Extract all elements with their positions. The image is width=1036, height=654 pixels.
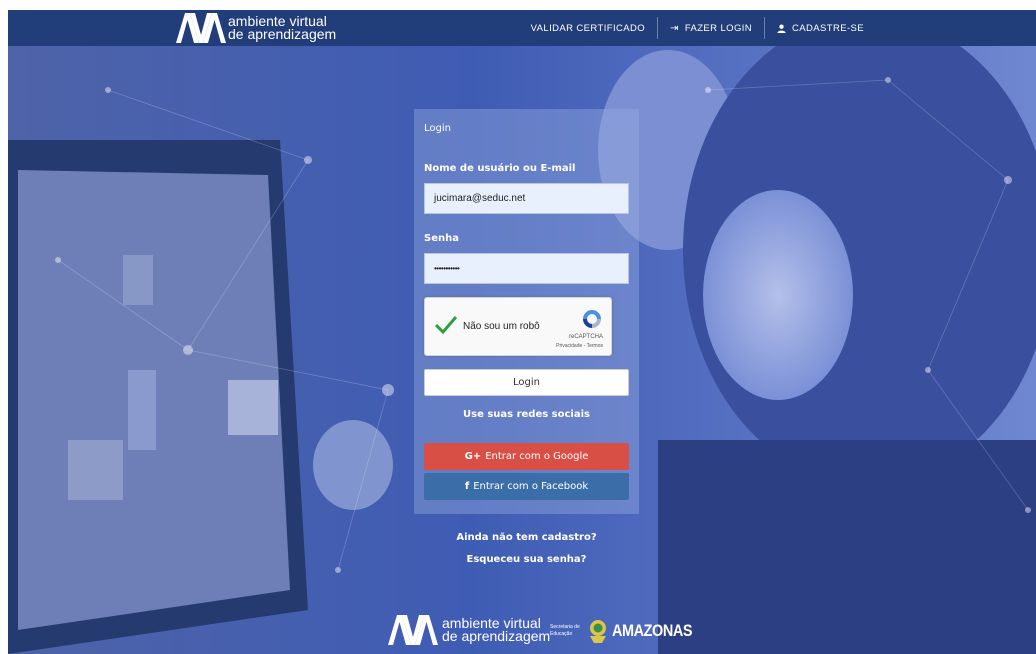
page-background: ambiente virtual de aprendizagem VALIDAR… xyxy=(8,10,1036,654)
login-button[interactable]: Login xyxy=(424,369,629,396)
password-label: Senha xyxy=(424,233,459,244)
captcha-label: Não sou um robô xyxy=(463,321,540,332)
recaptcha-brand: reCAPTCHA xyxy=(568,334,603,340)
government-logo: Secretaria de Educação AMAZONAS xyxy=(550,618,706,644)
footer-brand-name: ambiente virtual de aprendizagem xyxy=(442,616,551,644)
nav-login-label: FAZER LOGIN xyxy=(684,22,753,34)
recaptcha-widget: Não sou um robô reCAPTCHA Privacidade - … xyxy=(424,297,612,356)
recaptcha-icon xyxy=(583,310,601,328)
google-login-label: Entrar com o Google xyxy=(485,451,589,462)
username-label: Nome de usuário ou E-mail xyxy=(424,163,576,174)
amazonas-label: AMAZONAS xyxy=(612,621,693,640)
top-navbar: ambiente virtual de aprendizagem VALIDAR… xyxy=(8,10,1036,46)
ava-logo[interactable]: ambiente virtual de aprendizagem xyxy=(176,12,336,44)
user-icon xyxy=(777,24,786,33)
checkmark-icon[interactable] xyxy=(435,316,457,334)
recaptcha-privacy-terms[interactable]: Privacidade - Termos xyxy=(556,343,603,349)
nav-signup-label: CADASTRE-SE xyxy=(792,22,864,34)
register-link[interactable]: Ainda não tem cadastro? xyxy=(414,532,639,543)
ava-logo-icon xyxy=(388,615,438,645)
amazonas-crest-icon xyxy=(590,620,606,643)
footer-brand-line-2: de aprendizagem xyxy=(442,628,551,644)
login-title: Login xyxy=(424,123,451,134)
facebook-icon: f xyxy=(464,481,470,492)
nav-login[interactable]: ⇥ FAZER LOGIN xyxy=(658,18,764,38)
facebook-login-button[interactable]: f Entrar com o Facebook xyxy=(424,473,629,500)
brand-name: ambiente virtual de aprendizagem xyxy=(228,14,337,42)
social-login-title: Use suas redes sociais xyxy=(463,409,590,420)
google-plus-icon: G+ xyxy=(464,451,482,462)
brand-line-2: de aprendizagem xyxy=(228,26,337,42)
nav-validate-certificate[interactable]: VALIDAR CERTIFICADO xyxy=(519,18,657,38)
sign-in-icon: ⇥ xyxy=(670,22,679,34)
nav-validate-label: VALIDAR CERTIFICADO xyxy=(530,22,646,34)
login-panel: Login Nome de usuário ou E-mail jucimara… xyxy=(414,109,639,514)
forgot-password-link[interactable]: Esqueceu sua senha? xyxy=(414,554,639,565)
footer-ava-logo: ambiente virtual de aprendizagem xyxy=(386,615,550,645)
password-input[interactable]: ••••••••••• xyxy=(424,253,629,284)
username-input[interactable]: jucimara@seduc.net xyxy=(424,183,629,214)
nav-links: VALIDAR CERTIFICADO ⇥ FAZER LOGIN CADAST… xyxy=(519,10,876,46)
facebook-login-label: Entrar com o Facebook xyxy=(473,481,589,492)
nav-signup[interactable]: CADASTRE-SE xyxy=(765,18,876,38)
ava-logo-icon xyxy=(176,13,226,43)
secretaria-label: Secretaria de Educação xyxy=(550,624,580,637)
google-login-button[interactable]: G+ Entrar com o Google xyxy=(424,443,629,470)
